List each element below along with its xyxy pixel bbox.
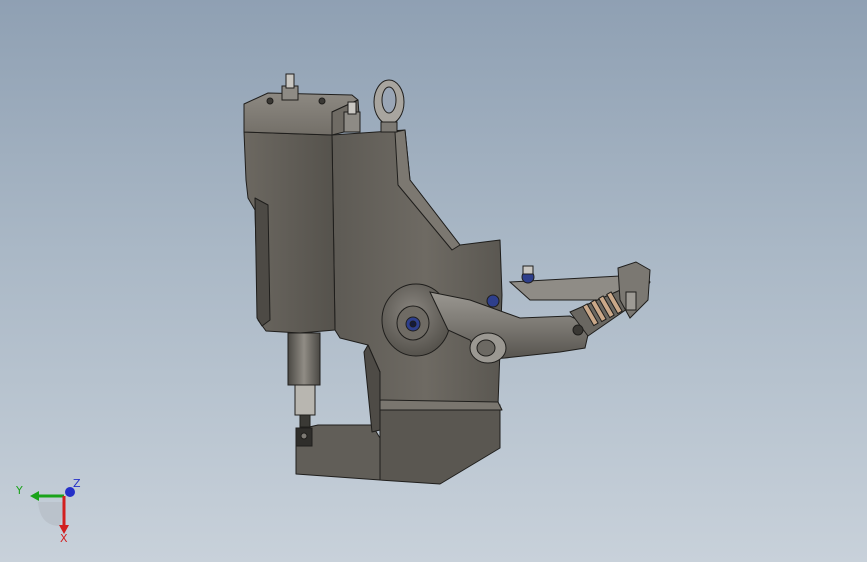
triad-x-label: X	[60, 532, 68, 545]
triad-base	[38, 502, 65, 526]
lower-electrode-dot	[300, 432, 308, 440]
triad-y-arrow	[30, 491, 39, 501]
frame-side-plate	[331, 129, 503, 406]
lower-electrode[interactable]	[295, 427, 313, 447]
orientation-triad[interactable]: Y Z X	[10, 476, 90, 556]
base-block	[379, 404, 501, 485]
eye-bolt[interactable]	[373, 79, 405, 133]
electrode-holder	[287, 332, 321, 386]
c-frame-body[interactable]	[243, 92, 503, 485]
head-slot	[254, 197, 271, 327]
triad-z-label: Z	[73, 477, 81, 490]
upper-electrode[interactable]	[287, 332, 321, 428]
triad-y-label: Y	[15, 484, 23, 497]
electrode-shank	[294, 384, 316, 416]
graphics-viewport[interactable]: Y Z X	[0, 0, 867, 562]
base-top-edge	[377, 399, 503, 411]
3d-model-view[interactable]	[0, 0, 867, 562]
arm-blue-nut	[486, 294, 500, 308]
electrode-tip	[299, 414, 311, 428]
